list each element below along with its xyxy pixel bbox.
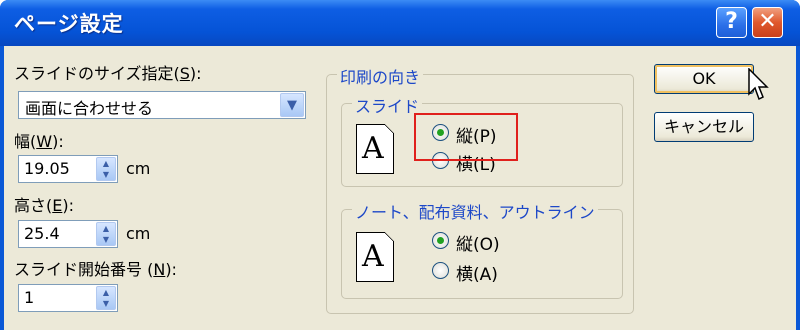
radio-selected-icon [432,232,449,249]
width-unit: cm [126,159,151,178]
orientation-group: 印刷の向き スライド A 縦(P) 横(L) ノート、配布資料、アウトライン A [326,64,634,314]
help-button[interactable]: ? [716,7,747,38]
portrait-page-icon: A [356,232,394,282]
start-number-spinner-icon[interactable]: ▲ ▼ [96,286,116,310]
start-number-label: スライド開始番号 (N): [14,260,177,279]
height-label: 高さ(E): [14,196,74,215]
cancel-button[interactable]: キャンセル [654,112,754,142]
portrait-page-icon: A [356,124,394,174]
notes-orientation-group: ノート、配布資料、アウトライン A 縦(O) 横(A) [341,199,623,299]
width-spinner-icon[interactable]: ▲ ▼ [96,157,116,181]
width-label: 幅(W): [14,132,64,151]
notes-orientation-title: ノート、配布資料、アウトライン [352,199,598,223]
height-field[interactable]: 25.4 ▲ ▼ [18,220,118,248]
mouse-cursor-icon [748,68,769,101]
slide-size-label: スライドのサイズ指定(S): [14,64,202,83]
start-number-field[interactable]: 1 ▲ ▼ [18,284,118,312]
height-value: 25.4 [24,224,60,243]
title-bar[interactable]: ページ設定 ? ✕ [0,0,800,46]
ok-button[interactable]: OK [654,64,754,94]
width-value: 19.05 [24,159,70,178]
start-number-value: 1 [24,288,35,307]
slide-size-value: 画面に合わせせる [25,99,154,118]
highlight-box [414,113,518,161]
radio-unselected-icon [432,262,449,279]
height-unit: cm [126,224,151,243]
chevron-down-icon[interactable]: ▼ [280,93,304,117]
close-button[interactable]: ✕ [752,7,783,38]
dialog-body: スライドのサイズ指定(S): 画面に合わせせる ▼ 幅(W): 19.05 ▲ ▼… [4,46,796,330]
orientation-group-title: 印刷の向き [337,64,424,88]
height-spinner-icon[interactable]: ▲ ▼ [96,222,116,246]
page-setup-dialog: ページ設定 ? ✕ スライドのサイズ指定(S): 画面に合わせせる ▼ 幅(W)… [0,0,800,330]
slide-orientation-title: スライド [352,93,423,117]
window-title: ページ設定 [14,12,124,36]
slide-size-dropdown[interactable]: 画面に合わせせる ▼ [18,91,306,119]
width-field[interactable]: 19.05 ▲ ▼ [18,155,118,183]
